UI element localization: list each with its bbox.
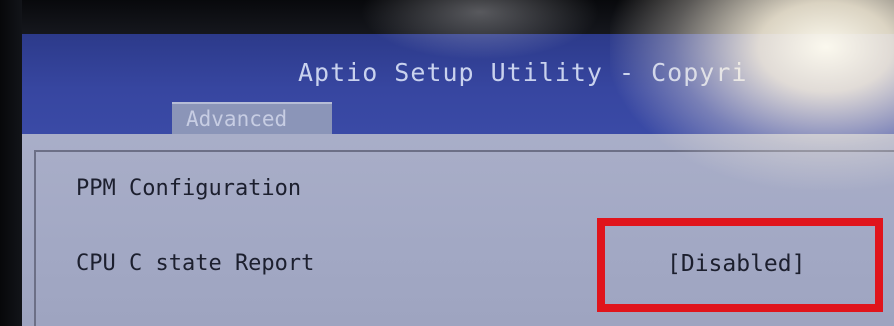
bios-screen-photo: Aptio Setup Utility - Copyri Advanced PP…	[0, 0, 894, 326]
monitor-bezel-top	[0, 0, 894, 34]
monitor-bezel-left	[0, 0, 22, 326]
ppm-configuration-heading: PPM Configuration	[76, 176, 302, 201]
cpu-c-state-report-label[interactable]: CPU C state Report	[76, 251, 314, 276]
bios-title: Aptio Setup Utility - Copyri	[298, 58, 748, 87]
red-highlight-box	[597, 218, 883, 312]
tab-advanced[interactable]: Advanced	[172, 102, 332, 138]
tab-advanced-label: Advanced	[186, 107, 288, 131]
